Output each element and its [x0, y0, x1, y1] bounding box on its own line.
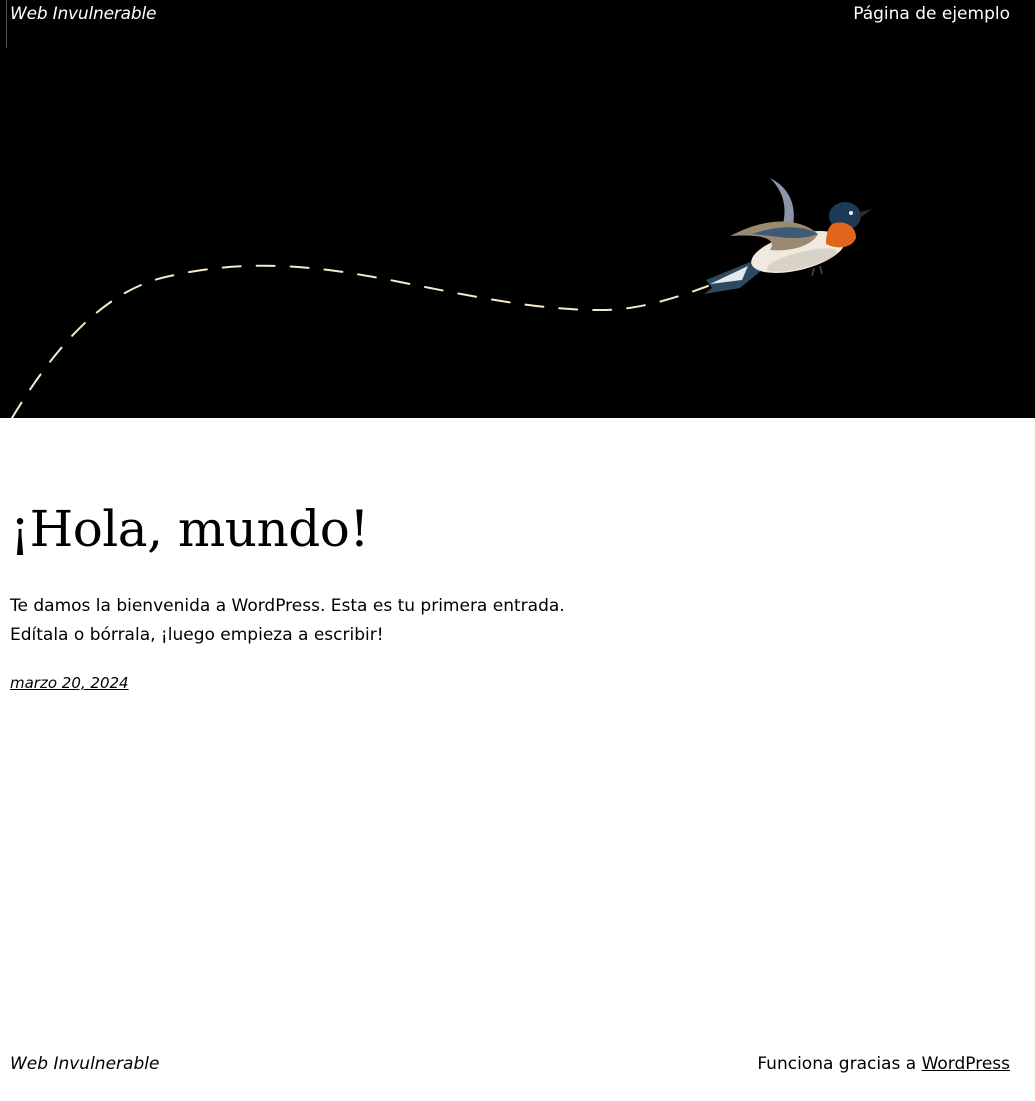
site-title-link[interactable]: Web Invulnerable [10, 4, 156, 24]
hero-image [0, 48, 1035, 418]
footer-credit: Funciona gracias a WordPress [757, 1054, 1010, 1074]
header-divider [6, 0, 7, 48]
footer-site-title-link[interactable]: Web Invulnerable [10, 1054, 159, 1074]
wordpress-link[interactable]: WordPress [922, 1054, 1010, 1074]
bird-flight-illustration [11, 178, 872, 418]
credit-prefix: Funciona gracias a [757, 1054, 922, 1074]
post-title[interactable]: ¡Hola, mundo! [10, 502, 369, 557]
post-date-link[interactable]: marzo 20, 2024 [10, 674, 129, 692]
dashed-flight-path [11, 264, 709, 418]
nav-item-sample-page[interactable]: Página de ejemplo [853, 4, 1010, 24]
site-header: Web Invulnerable Página de ejemplo [0, 0, 1035, 48]
post-excerpt: Te damos la bienvenida a WordPress. Esta… [10, 596, 565, 645]
bird-icon [704, 178, 872, 294]
